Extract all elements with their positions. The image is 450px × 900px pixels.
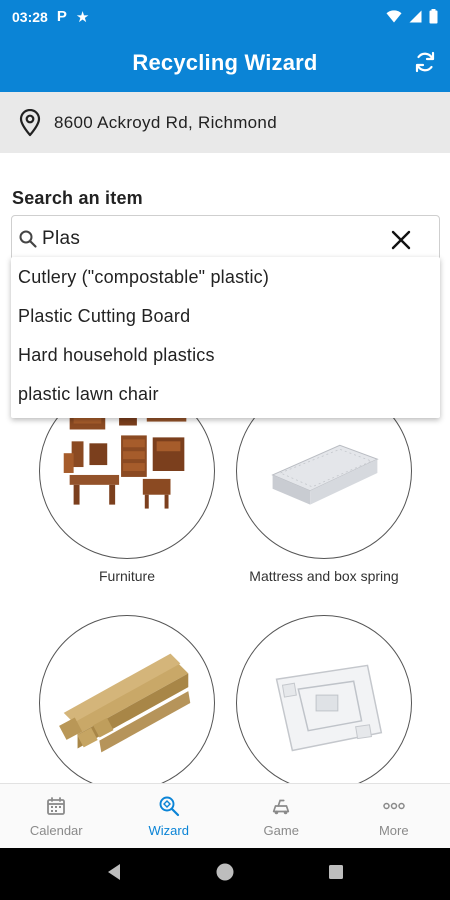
suggestion-item[interactable]: Cutlery ("compostable" plastic) xyxy=(11,258,440,297)
nav-label: More xyxy=(378,822,409,838)
wizard-icon xyxy=(158,795,180,817)
search-input[interactable] xyxy=(42,228,372,250)
wifi-icon xyxy=(386,10,402,23)
search-icon xyxy=(19,230,37,248)
nav-label: Wizard xyxy=(148,822,189,838)
nav-item-calendar[interactable]: Calendar xyxy=(0,784,113,848)
back-button[interactable] xyxy=(106,863,122,886)
category-label: Furniture xyxy=(98,568,156,584)
calendar-icon xyxy=(45,795,67,817)
suggestion-item[interactable]: plastic lawn chair xyxy=(11,375,440,414)
status-right xyxy=(386,9,438,24)
suggestion-item[interactable]: Plastic Cutting Board xyxy=(11,297,440,336)
refresh-icon xyxy=(415,51,435,73)
app-bar: Recycling Wizard xyxy=(0,33,450,92)
category-label: Mattress and box spring xyxy=(249,568,399,584)
status-left: 03:28 P ★ xyxy=(12,8,89,26)
category-tile-styrofoam[interactable] xyxy=(234,615,414,783)
signal-icon xyxy=(409,10,422,23)
address-text: 8600 Ackroyd Rd, Richmond xyxy=(54,112,277,132)
game-icon xyxy=(270,795,292,817)
battery-icon xyxy=(429,9,438,24)
recents-square-icon xyxy=(328,864,343,879)
back-triangle-icon xyxy=(108,863,121,880)
nav-item-more[interactable]: More xyxy=(338,784,450,848)
more-icon xyxy=(383,795,405,817)
location-pin-icon xyxy=(19,108,41,136)
search-box[interactable] xyxy=(11,215,440,263)
parking-notification-icon: P xyxy=(56,8,67,25)
bottom-nav: Calendar Wizard Game More xyxy=(0,783,450,848)
home-button[interactable] xyxy=(215,862,235,887)
refresh-button[interactable] xyxy=(412,49,438,75)
status-bar: 03:28 P ★ xyxy=(0,0,450,33)
search-label: Search an item xyxy=(12,188,143,208)
status-time: 03:28 xyxy=(12,8,48,25)
nav-item-wizard[interactable]: Wizard xyxy=(113,784,226,848)
star-notification-icon: ★ xyxy=(75,8,90,26)
clear-search-button[interactable] xyxy=(389,228,413,252)
app-title: Recycling Wizard xyxy=(132,49,318,75)
close-icon xyxy=(391,230,411,250)
home-circle-icon xyxy=(216,863,234,880)
nav-item-game[interactable]: Game xyxy=(225,784,338,848)
recents-button[interactable] xyxy=(328,864,344,885)
nav-label: Calendar xyxy=(29,822,83,838)
search-suggestions-dropdown: Cutlery ("compostable" plastic) Plastic … xyxy=(11,257,440,418)
system-nav-bar xyxy=(0,848,450,900)
lumber-image xyxy=(39,615,215,783)
suggestion-item[interactable]: Hard household plastics xyxy=(11,336,440,375)
address-bar[interactable]: 8600 Ackroyd Rd, Richmond xyxy=(0,92,450,153)
styrofoam-image xyxy=(236,615,412,783)
category-tile-lumber[interactable] xyxy=(37,615,217,783)
nav-label: Game xyxy=(263,822,299,838)
